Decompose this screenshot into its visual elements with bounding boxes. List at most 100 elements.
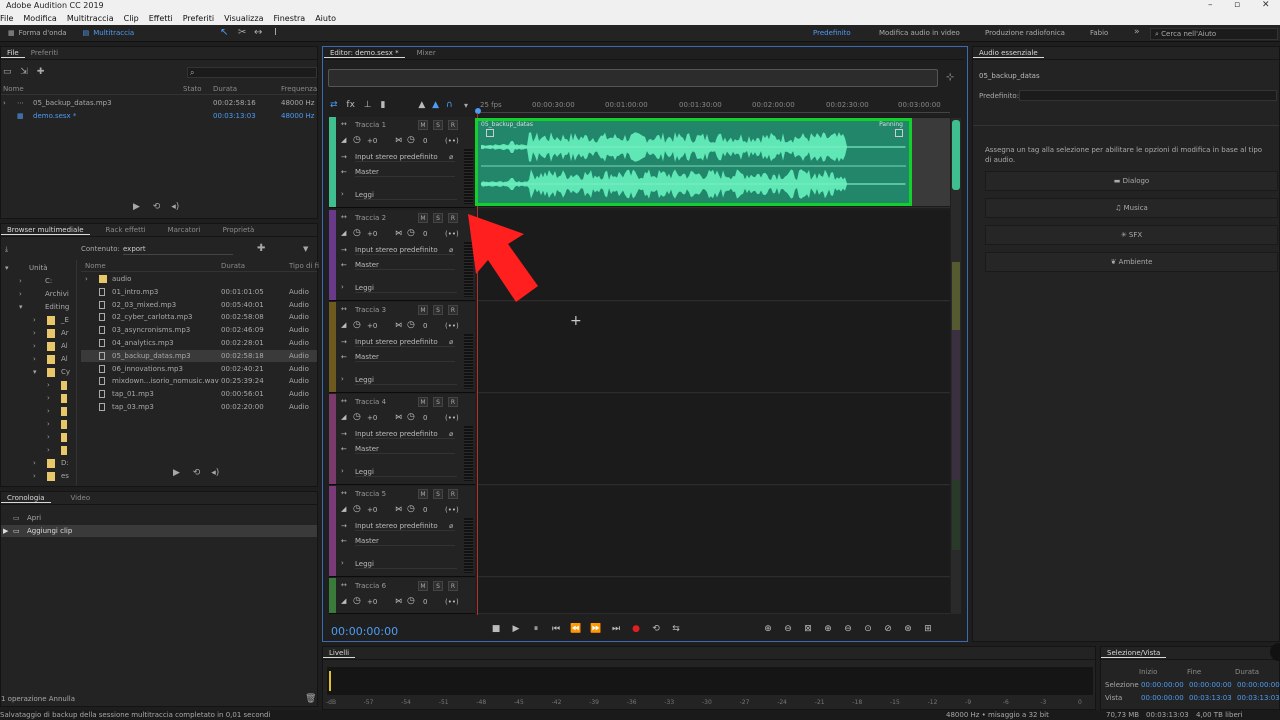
record-arm-button[interactable]: R xyxy=(448,120,458,130)
media-file-row[interactable]: tap_03.mp3 00:02:20:00 Audio xyxy=(81,401,317,413)
media-file-row[interactable]: tap_01.mp3 00:00:56:01 Audio xyxy=(81,388,317,400)
mute-button[interactable]: M xyxy=(418,397,428,407)
snap-icon[interactable]: ▲ xyxy=(432,100,439,110)
pan-value[interactable]: 0 xyxy=(423,506,427,514)
automation-mode-select[interactable]: Leggi xyxy=(355,191,457,200)
drag-handle-icon[interactable]: ↔ xyxy=(341,489,347,497)
download-icon[interactable]: ⤓ xyxy=(5,243,8,255)
automation-mode-select[interactable]: Leggi xyxy=(355,560,457,569)
tree-item[interactable]: ▾ Unità xyxy=(1,262,76,274)
output-select[interactable]: Master xyxy=(355,168,455,177)
phase-icon[interactable]: ⌀ xyxy=(449,153,453,161)
track-lane[interactable] xyxy=(478,302,950,393)
waveform-mode-button[interactable]: ▦ Forma d'onda xyxy=(0,27,75,40)
pan-value[interactable]: 0 xyxy=(423,414,427,422)
zoom-out-time-icon[interactable]: ⊖ xyxy=(842,623,854,635)
zoom-fit-icon[interactable]: ⊠ xyxy=(802,623,814,635)
track-name[interactable]: Traccia 2 xyxy=(355,214,386,222)
tree-item[interactable]: › xyxy=(1,405,76,417)
drag-handle-icon[interactable]: ↔ xyxy=(341,213,347,221)
play-icon[interactable]: ▶ xyxy=(173,468,180,478)
tree-item[interactable]: › xyxy=(1,431,76,443)
menu-clip[interactable]: Clip xyxy=(119,14,144,23)
volume-value[interactable]: +0 xyxy=(367,230,377,238)
pan-value[interactable]: 0 xyxy=(423,137,427,145)
pause-icon[interactable]: ⏸ xyxy=(530,623,542,635)
expand-icon[interactable]: › xyxy=(85,273,88,285)
workspace-radio-production[interactable]: Produzione radiofonica xyxy=(985,29,1065,37)
workspace-default[interactable]: Predefinito xyxy=(813,29,851,37)
music-button[interactable]: ♫ Musica xyxy=(985,198,1278,218)
new-file-icon[interactable]: ✚ xyxy=(37,67,45,77)
pan-knob-icon[interactable]: ◷ xyxy=(407,320,415,330)
solo-button[interactable]: S xyxy=(433,397,443,407)
track-lane[interactable] xyxy=(478,578,950,614)
solo-button[interactable]: S xyxy=(433,120,443,130)
media-file-row[interactable]: mixdown...isorio_nomusic.wav 00:25:39:24 A… xyxy=(81,375,317,387)
mute-button[interactable]: M xyxy=(418,120,428,130)
menu-help[interactable]: Aiuto xyxy=(310,14,341,23)
drag-handle-icon[interactable]: ↔ xyxy=(341,581,347,589)
close-icon[interactable]: ✕ xyxy=(1262,0,1270,11)
tree-item[interactable]: › Al xyxy=(1,353,76,365)
phase-icon[interactable]: ⌀ xyxy=(449,522,453,530)
menu-window[interactable]: Finestra xyxy=(268,14,310,23)
volume-knob-icon[interactable]: ◷ xyxy=(353,320,361,330)
track-lane[interactable] xyxy=(478,486,950,577)
files-search-input[interactable]: ⌕ xyxy=(187,67,317,78)
input-select[interactable]: Input stereo predefinito xyxy=(355,246,455,255)
play-icon[interactable]: ▶ xyxy=(133,202,140,212)
expand-icon[interactable]: › xyxy=(341,283,344,291)
tab-markers[interactable]: Marcatori xyxy=(162,226,207,234)
mute-button[interactable]: M xyxy=(418,213,428,223)
drag-handle-icon[interactable]: ↔ xyxy=(341,397,347,405)
add-shortcut-icon[interactable]: ✚ xyxy=(257,243,265,255)
drag-handle-icon[interactable]: ↔ xyxy=(341,120,347,128)
output-select[interactable]: Master xyxy=(355,445,455,454)
expand-icon[interactable]: › xyxy=(341,559,344,567)
tree-item[interactable]: › xyxy=(1,444,76,456)
expand-icon[interactable]: › xyxy=(341,190,344,198)
media-file-row[interactable]: 03_asyncronisms.mp3 00:02:46:09 Audio xyxy=(81,324,317,336)
drag-handle-icon[interactable]: ↔ xyxy=(341,305,347,313)
pan-value[interactable]: 0 xyxy=(423,598,427,606)
fast-forward-icon[interactable]: ⏩ xyxy=(590,623,602,635)
tree-item[interactable]: › D: xyxy=(1,457,76,469)
media-file-row[interactable]: 02_cyber_carlotta.mp3 00:02:58:08 Audio xyxy=(81,311,317,323)
volume-knob-icon[interactable]: ◷ xyxy=(353,228,361,238)
preset-select[interactable] xyxy=(1019,90,1277,101)
tree-item[interactable]: › Al xyxy=(1,340,76,352)
tab-properties[interactable]: Proprietà xyxy=(217,226,261,234)
media-file-row[interactable]: 06_innovations.mp3 00:02:40:21 Audio xyxy=(81,363,317,375)
history-item[interactable]: ▭ Apri xyxy=(1,512,317,524)
open-file-icon[interactable]: ▭ xyxy=(3,67,12,77)
media-file-row[interactable]: 02_03_mixed.mp3 00:05:40:01 Audio xyxy=(81,299,317,311)
output-select[interactable]: Master xyxy=(355,261,455,270)
phase-icon[interactable]: ⌀ xyxy=(449,338,453,346)
file-row[interactable]: › ⋯ 05_backup_datas.mp3 00:02:58:16 4800… xyxy=(1,97,317,109)
import-icon[interactable]: ⇲ xyxy=(20,67,28,77)
move-tool-icon[interactable]: ↖ xyxy=(220,27,228,38)
record-icon[interactable]: ● xyxy=(630,623,642,635)
tree-item[interactable]: › C: xyxy=(1,275,76,287)
menu-favorites[interactable]: Preferiti xyxy=(178,14,219,23)
go-to-end-icon[interactable]: ⏭ xyxy=(610,623,622,635)
automation-mode-select[interactable]: Leggi xyxy=(355,376,457,385)
tree-item[interactable]: › xyxy=(1,392,76,404)
expand-icon[interactable]: › xyxy=(341,467,344,475)
volume-knob-icon[interactable]: ◷ xyxy=(353,504,361,514)
solo-button[interactable]: S xyxy=(433,581,443,591)
minimize-icon[interactable]: – xyxy=(1208,0,1213,11)
fx-icon[interactable]: fx xyxy=(346,100,355,110)
phase-icon[interactable]: ⌀ xyxy=(449,430,453,438)
pan-knob-icon[interactable]: ◷ xyxy=(407,228,415,238)
help-search-input[interactable]: ⌕ Cerca nell'Aiuto xyxy=(1150,28,1278,40)
zoom-navigator-icon[interactable]: ⊹ xyxy=(946,72,954,83)
time-selection-tool-icon[interactable]: I xyxy=(274,27,277,38)
pan-knob-icon[interactable]: ◷ xyxy=(407,135,415,145)
go-to-start-icon[interactable]: ⏮ xyxy=(550,623,562,635)
stop-icon[interactable]: ■ xyxy=(490,623,502,635)
media-file-row[interactable]: 01_intro.mp3 00:01:01:05 Audio xyxy=(81,286,317,298)
metronome-icon[interactable]: ▲ xyxy=(418,100,425,110)
output-select[interactable]: Master xyxy=(355,353,455,362)
